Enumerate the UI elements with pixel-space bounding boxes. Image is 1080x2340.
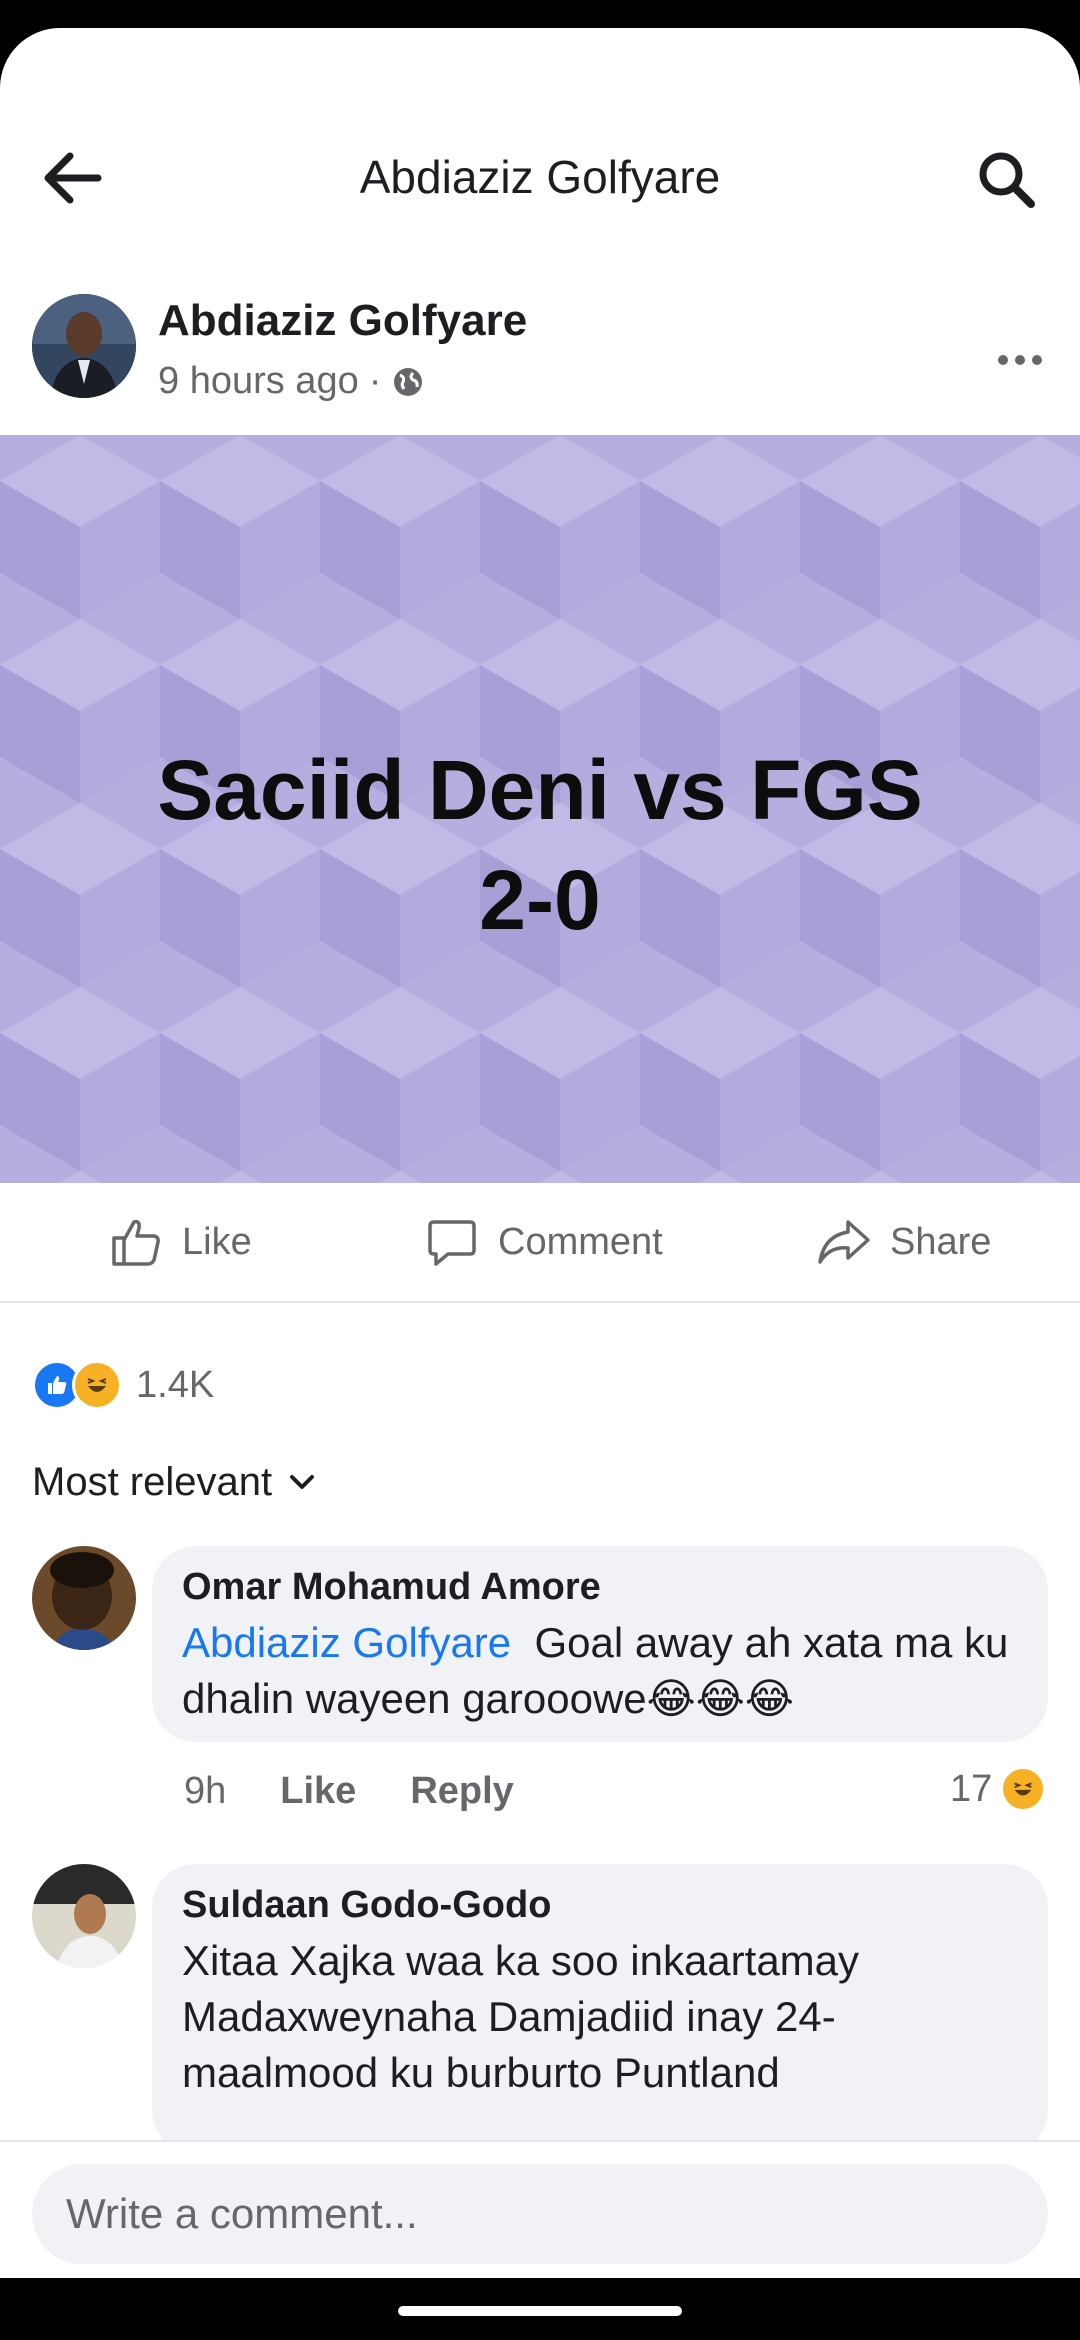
post-author-name[interactable]: Abdiaziz Golfyare bbox=[158, 296, 527, 346]
comment-icon bbox=[428, 1220, 476, 1266]
comment-composer-bar: Write a comment... bbox=[0, 2140, 1080, 2278]
comment-button[interactable]: Comment bbox=[424, 1183, 663, 1301]
comment-label: Comment bbox=[498, 1220, 663, 1263]
commenter-avatar[interactable] bbox=[32, 1546, 136, 1650]
comment-time[interactable]: 9h bbox=[184, 1770, 226, 1813]
comment-actions: 9h Like Reply bbox=[184, 1770, 514, 1813]
comment-input[interactable]: Write a comment... bbox=[32, 2164, 1048, 2264]
author-avatar[interactable] bbox=[32, 294, 136, 398]
reaction-summary[interactable]: 1.4K bbox=[32, 1360, 214, 1410]
post-time[interactable]: 9 hours ago bbox=[158, 360, 359, 403]
reaction-count: 1.4K bbox=[136, 1363, 215, 1406]
like-label: Like bbox=[182, 1220, 252, 1263]
comment-sort-dropdown[interactable]: Most relevant bbox=[32, 1460, 316, 1505]
page-title: Abdiaziz Golfyare bbox=[359, 151, 721, 203]
search-icon[interactable] bbox=[975, 148, 1037, 210]
meta-separator: · bbox=[368, 360, 382, 402]
commenter-name[interactable]: Omar Mohamud Amore bbox=[182, 1566, 1018, 1609]
post-action-bar: Like Comment Share bbox=[0, 1183, 1080, 1303]
mention-link[interactable]: Abdiaziz Golfyare bbox=[182, 1619, 511, 1666]
home-indicator[interactable] bbox=[398, 2306, 682, 2316]
comment-bubble[interactable]: Omar Mohamud Amore Abdiaziz Golfyare Goa… bbox=[152, 1546, 1048, 1742]
share-label: Share bbox=[890, 1220, 992, 1263]
banner-text: Saciid Deni vs FGS 2-0 bbox=[0, 735, 1080, 955]
banner-line-2: 2-0 bbox=[479, 853, 601, 947]
screen: Abdiaziz Golfyare Abdiaziz Golfyare 9 ho… bbox=[0, 28, 1080, 2278]
banner-line-1: Saciid Deni vs FGS bbox=[157, 743, 923, 837]
like-button[interactable]: Like bbox=[108, 1183, 252, 1301]
comment-text: Abdiaziz Golfyare Goal away ah xata ma k… bbox=[182, 1615, 1018, 1727]
haha-reaction-icon bbox=[72, 1360, 122, 1410]
globe-icon bbox=[394, 367, 423, 396]
comment-like-button[interactable]: Like bbox=[280, 1770, 356, 1813]
comment-reaction-count: 17 bbox=[950, 1767, 993, 1810]
commenter-avatar[interactable] bbox=[32, 1864, 136, 1968]
share-icon bbox=[818, 1220, 870, 1264]
comment-reply-button[interactable]: Reply bbox=[410, 1770, 513, 1813]
post-meta: 9 hours ago · bbox=[158, 360, 425, 403]
share-button[interactable]: Share bbox=[816, 1183, 991, 1301]
post-text-banner[interactable]: Saciid Deni vs FGS 2-0 bbox=[0, 435, 1080, 1183]
commenter-name[interactable]: Suldaan Godo-Godo bbox=[182, 1884, 1018, 1927]
sort-label: Most relevant bbox=[32, 1460, 273, 1504]
comment-reaction-summary[interactable]: 17 bbox=[950, 1766, 1047, 1812]
thumbs-up-icon bbox=[112, 1219, 160, 1266]
haha-reaction-icon bbox=[1000, 1766, 1047, 1812]
top-nav: Abdiaziz Golfyare bbox=[0, 28, 1080, 238]
comment-bubble[interactable]: Suldaan Godo-Godo Xitaa Xajka waa ka soo… bbox=[152, 1864, 1048, 2154]
more-options-icon[interactable] bbox=[995, 350, 1045, 370]
chevron-down-icon bbox=[290, 1474, 315, 1489]
comment-text: Xitaa Xajka waa ka soo inkaartamay Madax… bbox=[182, 1937, 860, 2096]
